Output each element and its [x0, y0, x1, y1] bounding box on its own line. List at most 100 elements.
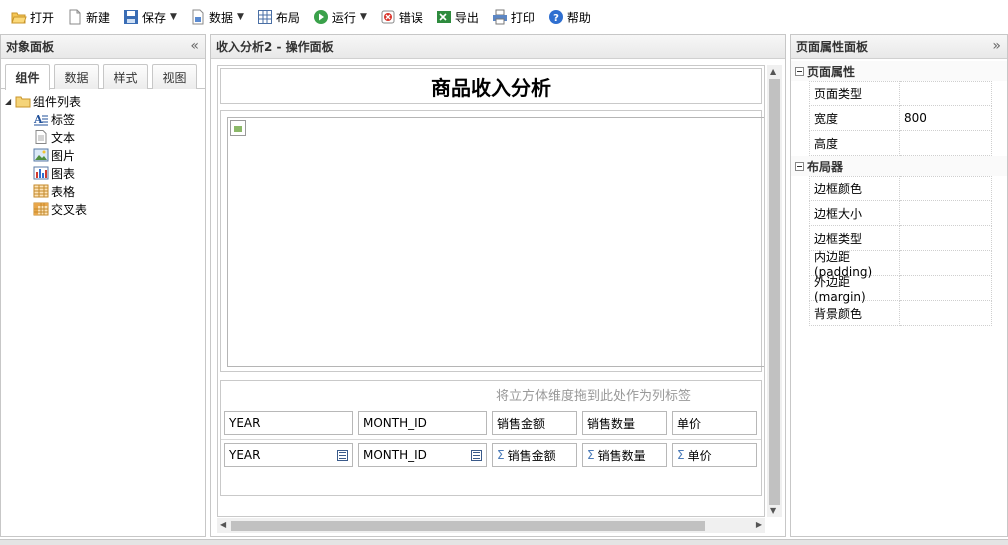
tree-item-text[interactable]: 文本 — [5, 128, 205, 146]
tree-item-table[interactable]: 表格 — [5, 182, 205, 200]
chevron-down-icon: ▼ — [359, 12, 367, 22]
horizontal-scroll-thumb[interactable] — [231, 521, 705, 531]
sigma-icon: Σ — [587, 448, 595, 462]
scroll-up-icon[interactable]: ▲ — [770, 67, 776, 76]
layout-button[interactable]: 布局 — [252, 5, 305, 29]
crosstab-header-cell[interactable]: 单价 — [672, 411, 757, 435]
main-toolbar: 打开 新建 保存 ▼ 数据 ▼ 布局 运行 ▼ 错误 导出 打印 ? 帮助 — [0, 0, 1008, 34]
open-button[interactable]: 打开 — [6, 5, 59, 29]
property-value[interactable] — [900, 276, 992, 301]
print-button[interactable]: 打印 — [487, 5, 540, 29]
chevron-down-icon: ▼ — [170, 12, 177, 22]
property-row[interactable]: 边框颜色 — [809, 176, 1007, 201]
property-key: 页面类型 — [809, 81, 900, 106]
tab-style[interactable]: 样式 — [103, 64, 148, 89]
tree-item-chart[interactable]: 图表 — [5, 164, 205, 182]
data-menu-button[interactable]: 数据 ▼ — [185, 5, 249, 29]
property-value[interactable] — [900, 131, 992, 156]
scroll-right-icon[interactable]: ▶ — [756, 520, 762, 529]
property-key: 高度 — [809, 131, 900, 156]
property-grid: 页面属性 页面类型 宽度 800 高度 布局器 边框颜色 边框大小 边框类型 内… — [791, 59, 1007, 326]
run-button[interactable]: 运行 ▼ — [308, 5, 372, 29]
collapse-right-icon[interactable]: » — [992, 38, 1001, 54]
property-row[interactable]: 背景颜色 — [809, 301, 1007, 326]
property-value[interactable] — [900, 226, 992, 251]
vertical-scroll-thumb[interactable] — [769, 79, 780, 505]
chart-image-placeholder[interactable] — [227, 117, 764, 367]
dimension-cell-month[interactable]: MONTH_ID — [358, 443, 487, 467]
measure-label: 单价 — [687, 448, 712, 463]
dimension-cell-year[interactable]: YEAR — [224, 443, 353, 467]
tab-components[interactable]: 组件 — [5, 64, 50, 90]
collapse-left-icon[interactable]: « — [190, 38, 199, 54]
property-value[interactable] — [900, 251, 992, 276]
save-label: 保存 — [142, 10, 167, 25]
collapse-group-icon[interactable] — [795, 161, 804, 171]
save-button[interactable]: 保存 ▼ — [118, 5, 182, 29]
measure-cell-sales-qty[interactable]: Σ 销售数量 — [582, 443, 667, 467]
export-button[interactable]: 导出 — [431, 5, 484, 29]
sigma-icon: Σ — [497, 448, 505, 462]
field-list-icon[interactable] — [337, 450, 348, 461]
bottom-status-bar — [0, 539, 1008, 545]
property-panel-header: 页面属性面板 — [791, 35, 1007, 59]
horizontal-scrollbar[interactable]: ◀ ▶ — [217, 518, 765, 533]
tree-item-crosstab[interactable]: 交叉表 — [5, 200, 205, 218]
measure-cell-unit-price[interactable]: Σ 单价 — [672, 443, 757, 467]
data-label: 数据 — [208, 10, 233, 25]
page-property-panel: 页面属性面板 » 页面属性 页面类型 宽度 800 高度 布局器 边框颜色 边框… — [790, 34, 1008, 537]
tree-item-table-label: 表格 — [51, 184, 76, 199]
field-list-icon[interactable] — [471, 450, 482, 461]
property-row[interactable]: 边框大小 — [809, 201, 1007, 226]
report-title[interactable]: 商品收入分析 — [220, 68, 762, 104]
tree-item-image[interactable]: 图片 — [5, 146, 205, 164]
tree-root-component-list[interactable]: ◢ 组件列表 — [5, 92, 205, 110]
property-row[interactable]: 高度 — [809, 131, 1007, 156]
crosstab-icon — [33, 202, 49, 216]
new-file-icon — [67, 9, 83, 25]
layout-grid-icon — [257, 9, 273, 25]
property-value[interactable]: 800 — [900, 106, 992, 131]
property-row[interactable]: 宽度 800 — [809, 106, 1007, 131]
property-group-layout[interactable]: 布局器 — [791, 156, 1007, 176]
object-panel: 对象面板 « 组件 数据 样式 视图 ◢ 组件列表 A 标签 文本 图片 图表 … — [0, 34, 206, 537]
crosstab-header-cell[interactable]: YEAR — [224, 411, 353, 435]
crosstab-header-cell[interactable]: 销售数量 — [582, 411, 667, 435]
dimension-label: MONTH_ID — [363, 448, 427, 462]
crosstab-component[interactable]: 将立方体维度拖到此处作为列标签 YEAR MONTH_ID 销售金额 销售数量 … — [220, 380, 762, 496]
crosstab-header-cell[interactable]: MONTH_ID — [358, 411, 487, 435]
property-row[interactable]: 页面类型 — [809, 81, 1007, 106]
open-label: 打开 — [30, 10, 55, 25]
property-value[interactable] — [900, 201, 992, 226]
error-button[interactable]: 错误 — [375, 5, 428, 29]
tree-expanded-icon[interactable]: ◢ — [5, 97, 15, 106]
chart-container[interactable] — [220, 110, 764, 372]
label-icon: A — [33, 112, 49, 126]
scroll-left-icon[interactable]: ◀ — [220, 520, 226, 529]
save-icon — [123, 9, 139, 25]
new-button[interactable]: 新建 — [62, 5, 115, 29]
operation-panel-header: 收入分析2 - 操作面板 — [211, 35, 785, 59]
property-value[interactable] — [900, 301, 992, 326]
column-drop-hint[interactable]: 将立方体维度拖到此处作为列标签 — [496, 385, 691, 404]
property-value[interactable] — [900, 176, 992, 201]
property-value[interactable] — [900, 81, 992, 106]
sigma-icon: Σ — [677, 448, 685, 462]
scroll-down-icon[interactable]: ▼ — [770, 506, 776, 515]
help-button[interactable]: ? 帮助 — [543, 5, 596, 29]
tab-view[interactable]: 视图 — [152, 64, 197, 89]
collapse-group-icon[interactable] — [795, 66, 804, 76]
vertical-scrollbar[interactable]: ▲ ▼ — [767, 65, 782, 517]
property-key: 边框大小 — [809, 201, 900, 226]
tree-item-label[interactable]: A 标签 — [5, 110, 205, 128]
property-row[interactable]: 外边距(margin) — [809, 275, 1007, 304]
tree-item-crosstab-label: 交叉表 — [51, 202, 88, 217]
property-group-page[interactable]: 页面属性 — [791, 61, 1007, 81]
report-canvas[interactable]: 商品收入分析 将立方体维度拖到此处作为列标签 YEAR MONTH_ID 销售金… — [217, 65, 765, 517]
row-divider — [221, 439, 761, 440]
measure-cell-sales-amount[interactable]: Σ 销售金额 — [492, 443, 577, 467]
property-key: 外边距(margin) — [809, 275, 900, 304]
tab-data[interactable]: 数据 — [54, 64, 99, 89]
crosstab-header-cell[interactable]: 销售金额 — [492, 411, 577, 435]
folder-open-icon — [11, 9, 27, 25]
